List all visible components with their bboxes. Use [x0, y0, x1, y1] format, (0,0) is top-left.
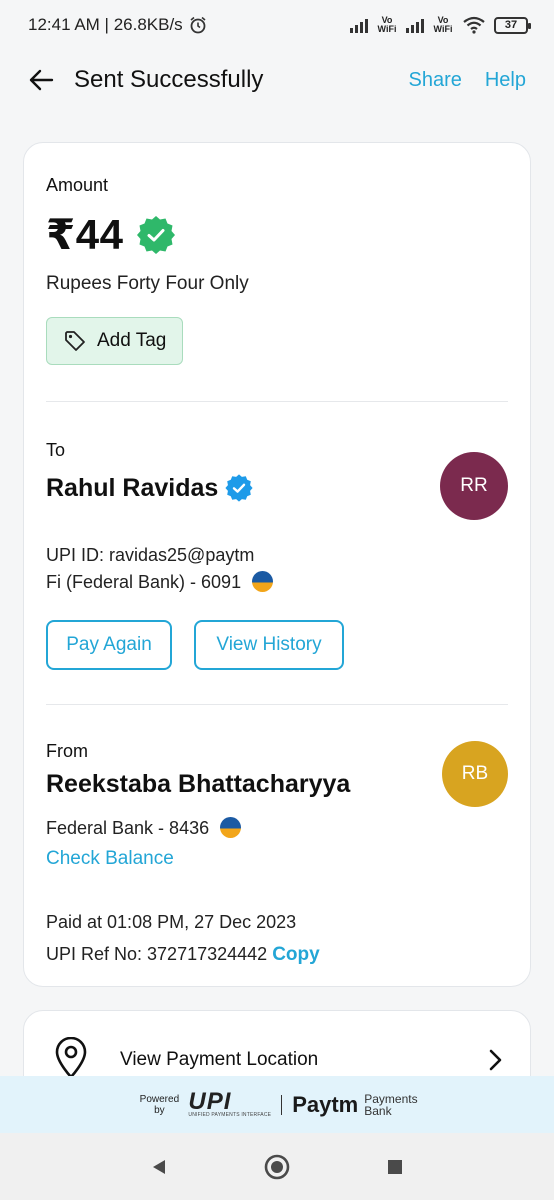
- powered-by-label: Powered by: [139, 1093, 180, 1116]
- divider: [46, 704, 508, 705]
- recipient-bank: Fi (Federal Bank) - 6091: [46, 572, 242, 592]
- arrow-left-icon: [29, 69, 54, 91]
- share-link[interactable]: Share: [408, 69, 461, 92]
- amount-value: ₹44: [46, 211, 124, 258]
- paytm-logo: Paytm: [292, 1091, 359, 1117]
- help-link[interactable]: Help: [485, 69, 526, 92]
- circle-home-icon: [264, 1154, 290, 1179]
- from-label: From: [46, 741, 88, 761]
- recipient-name: Rahul Ravidas: [46, 473, 219, 502]
- view-payment-location-label: View Payment Location: [120, 1049, 319, 1070]
- sender-bank: Federal Bank - 8436: [46, 818, 210, 838]
- check-balance-link[interactable]: Check Balance: [46, 848, 508, 870]
- to-label: To: [46, 440, 66, 460]
- recipient-upi-id: UPI ID: ravidas25@paytm: [46, 545, 255, 565]
- upi-ref-number: UPI Ref No: 372717324442: [46, 944, 268, 964]
- add-tag-label: Add Tag: [97, 330, 167, 351]
- transaction-card: Amount ₹44 Rupees Forty Four Only Add Ta…: [23, 142, 531, 987]
- signal-icon: [406, 17, 424, 33]
- amount-label: Amount: [46, 175, 109, 195]
- divider: [281, 1094, 283, 1115]
- vowifi-label: Vo WiFi: [377, 15, 397, 34]
- bank-label: Bank: [364, 1103, 392, 1118]
- payments-label: Payments: [364, 1091, 418, 1106]
- vowifi-label: Vo WiFi: [433, 15, 453, 34]
- upi-logo-text: UPI: [188, 1087, 232, 1115]
- amount-in-words: Rupees Forty Four Only: [46, 273, 249, 294]
- nav-back-button[interactable]: [139, 1147, 179, 1187]
- alarm-icon: [190, 16, 206, 34]
- view-history-button[interactable]: View History: [194, 620, 344, 670]
- recipient-avatar: RR: [440, 452, 508, 520]
- chevron-right-icon: [489, 1049, 502, 1071]
- tag-icon: [65, 331, 85, 351]
- federal-bank-logo-icon: [252, 571, 274, 592]
- copy-ref-button[interactable]: Copy: [272, 944, 320, 965]
- powered-by-footer: Powered by UPI UNIFIED PAYMENTS INTERFAC…: [0, 1076, 554, 1133]
- back-button[interactable]: [28, 67, 54, 93]
- wifi-icon: [463, 16, 485, 34]
- success-check-icon: [137, 215, 176, 254]
- page-title: Sent Successfully: [74, 66, 264, 93]
- battery-icon: 37: [494, 16, 531, 34]
- add-tag-button[interactable]: Add Tag: [46, 317, 184, 365]
- triangle-back-icon: [153, 1159, 165, 1174]
- status-time: 12:41 AM | 26.8KB/s: [28, 15, 183, 34]
- divider: [46, 401, 508, 402]
- signal-icon: [350, 17, 368, 33]
- square-recents-icon: [388, 1159, 402, 1174]
- upi-logo: UPI UNIFIED PAYMENTS INTERFACE: [188, 1087, 272, 1118]
- paid-at-timestamp: Paid at 01:08 PM, 27 Dec 2023: [46, 912, 297, 932]
- sender-avatar: RB: [442, 741, 508, 807]
- nav-recents-button[interactable]: [375, 1147, 415, 1187]
- pay-again-button[interactable]: Pay Again: [46, 620, 172, 670]
- sender-name: Reekstaba Bhattacharyya: [46, 770, 351, 798]
- sender-section: From Reekstaba Bhattacharyya RB: [46, 741, 508, 807]
- federal-bank-logo-icon: [220, 817, 242, 838]
- status-bar: 12:41 AM | 26.8KB/s Vo WiFi Vo WiFi 37: [0, 0, 554, 50]
- upi-logo-subtext: UNIFIED PAYMENTS INTERFACE: [188, 1111, 272, 1118]
- nav-home-button[interactable]: [257, 1147, 297, 1187]
- verified-badge-icon: [225, 474, 253, 502]
- location-pin-icon: [55, 1037, 87, 1079]
- system-nav-bar: [0, 1133, 554, 1200]
- top-app-bar: Sent Successfully Share Help: [0, 52, 554, 108]
- recipient-section: To Rahul Ravidas RR: [46, 440, 508, 520]
